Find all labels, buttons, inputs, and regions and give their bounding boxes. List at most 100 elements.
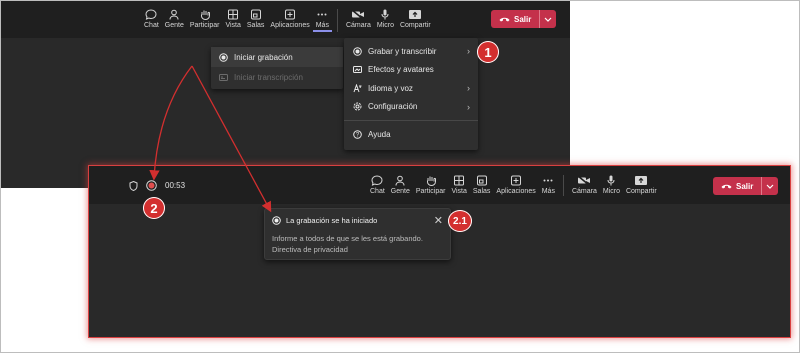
toolbar-share-button[interactable]: Compartir — [623, 175, 660, 196]
toast-body: Informe a todos de que se les está graba… — [272, 233, 423, 255]
menu-divider — [344, 120, 478, 121]
toolbar-apps-button[interactable]: Aplicaciones — [267, 9, 312, 30]
toolbar-mic-label: Micro — [376, 22, 394, 29]
record-transcribe-menu-item[interactable]: Grabar y transcribir › — [344, 42, 478, 61]
toolbar-share-button[interactable]: Compartir — [397, 9, 434, 30]
toolbar-more-label: Más — [541, 188, 555, 195]
chevron-right-icon: › — [467, 83, 470, 94]
toolbar-apps-label: Aplicaciones — [496, 188, 536, 195]
toolbar-raise-hand-button[interactable]: Participar — [187, 9, 223, 30]
settings-menu-item[interactable]: Configuración › — [344, 98, 478, 117]
record-transcribe-label: Grabar y transcribir — [368, 46, 437, 56]
start-recording-menu-item[interactable]: Iniciar grabación — [211, 47, 343, 67]
toolbar-mic-button[interactable]: Micro — [600, 175, 623, 196]
toolbar-mic-label: Micro — [602, 188, 620, 195]
toolbar-apps-label: Aplicaciones — [270, 22, 310, 29]
apps-plus-icon — [511, 175, 522, 186]
chevron-down-icon — [766, 184, 774, 189]
toolbar-actions: Chat Gente Participar Vista Salas Aplica… — [141, 9, 434, 32]
start-recording-label: Iniciar grabación — [234, 52, 293, 62]
chevron-right-icon: › — [467, 46, 470, 57]
toolbar-chat-button[interactable]: Chat — [141, 9, 162, 30]
step-badge-2-1: 2.1 — [448, 210, 472, 232]
camera-off-icon — [577, 175, 591, 186]
toolbar-chat-button[interactable]: Chat — [367, 175, 388, 196]
toolbar-people-label: Gente — [164, 22, 184, 29]
leave-button-group: Salir — [713, 177, 779, 195]
hang-up-icon — [499, 17, 510, 22]
settings-icon — [353, 102, 362, 111]
privacy-policy-link[interactable]: Directiva de privacidad — [272, 244, 423, 255]
toolbar-view-label: Vista — [225, 22, 241, 29]
toolbar-raise-hand-button[interactable]: Participar — [413, 175, 449, 196]
recording-started-toast: La grabación se ha iniciado ✕ Informe a … — [264, 208, 451, 260]
toolbar-actions: Chat Gente Participar Vista Salas Aplica… — [367, 175, 660, 196]
toolbar-view-label: Vista — [451, 188, 467, 195]
toolbar-mic-button[interactable]: Micro — [374, 9, 397, 30]
microphone-icon — [381, 9, 389, 20]
toolbar-divider — [562, 175, 564, 196]
more-icon — [317, 13, 327, 16]
toolbar-share-label: Compartir — [625, 188, 657, 195]
toolbar-rooms-label: Salas — [246, 22, 265, 29]
effects-icon — [353, 66, 362, 74]
toolbar-view-button[interactable]: Vista — [448, 175, 469, 196]
toolbar-rooms-button[interactable]: Salas — [470, 175, 494, 196]
leave-options-button[interactable] — [761, 177, 778, 195]
chat-icon — [145, 9, 157, 20]
toolbar-chat-label: Chat — [370, 188, 385, 195]
toolbar-camera-label: Cámara — [571, 188, 597, 195]
toolbar-apps-button[interactable]: Aplicaciones — [493, 175, 538, 196]
settings-label: Configuración — [368, 102, 418, 112]
chevron-right-icon: › — [467, 101, 470, 112]
effects-menu-item[interactable]: Efectos y avatares — [344, 61, 478, 80]
record-icon — [272, 216, 281, 225]
start-transcription-menu-item: Iniciar transcripción — [211, 67, 343, 87]
toolbar-more-button[interactable]: Más — [539, 175, 558, 196]
language-label: Idioma y voz — [368, 83, 413, 93]
toolbar-rooms-button[interactable]: Salas — [244, 9, 268, 30]
start-transcription-label: Iniciar transcripción — [234, 72, 303, 82]
toolbar-rooms-label: Salas — [472, 188, 491, 195]
people-icon — [169, 9, 179, 20]
toolbar-share-label: Compartir — [399, 22, 431, 29]
record-icon — [219, 52, 228, 62]
step-badge-2: 2 — [143, 197, 165, 219]
toolbar-people-label: Gente — [390, 188, 410, 195]
transcript-icon — [219, 73, 228, 81]
help-menu-item[interactable]: ? Ayuda — [344, 125, 478, 144]
meeting-status-area: 00:53 — [129, 180, 185, 191]
toolbar-camera-button[interactable]: Cámara — [569, 175, 600, 196]
toolbar-divider — [336, 9, 338, 32]
leave-label: Salir — [514, 14, 532, 24]
toolbar-view-button[interactable]: Vista — [222, 9, 243, 30]
toast-title: La grabación se ha iniciado — [286, 216, 378, 225]
toast-header: La grabación se ha iniciado — [272, 216, 377, 225]
meeting-timer: 00:53 — [165, 181, 186, 190]
help-label: Ayuda — [368, 129, 391, 139]
record-submenu: Iniciar grabación Iniciar transcripción — [211, 47, 343, 89]
effects-label: Efectos y avatares — [368, 65, 434, 75]
more-menu: Grabar y transcribir › Efectos y avatare… — [344, 38, 478, 150]
people-icon — [395, 175, 405, 186]
camera-off-icon — [351, 9, 365, 20]
language-menu-item[interactable]: Idioma y voz › — [344, 79, 478, 98]
toolbar-people-button[interactable]: Gente — [162, 9, 187, 30]
leave-label: Salir — [736, 181, 754, 191]
toolbar-more-button[interactable]: Más — [312, 9, 332, 32]
toolbar-raise-hand-label: Participar — [189, 22, 220, 29]
leave-button[interactable]: Salir — [491, 10, 539, 28]
meeting-window-before: Chat Gente Participar Vista Salas Aplica… — [0, 0, 570, 188]
share-icon — [635, 176, 648, 185]
help-icon: ? — [353, 129, 362, 139]
toolbar-people-button[interactable]: Gente — [388, 175, 413, 196]
leave-options-button[interactable] — [539, 10, 556, 28]
close-icon[interactable]: ✕ — [434, 214, 443, 227]
step-badge-1: 1 — [477, 41, 499, 63]
view-grid-icon — [228, 9, 239, 20]
toast-message: Informe a todos de que se les está graba… — [272, 234, 423, 243]
apps-plus-icon — [285, 9, 296, 20]
toolbar-camera-button[interactable]: Cámara — [343, 9, 374, 30]
recording-indicator-icon — [146, 180, 157, 191]
leave-button[interactable]: Salir — [713, 177, 761, 195]
